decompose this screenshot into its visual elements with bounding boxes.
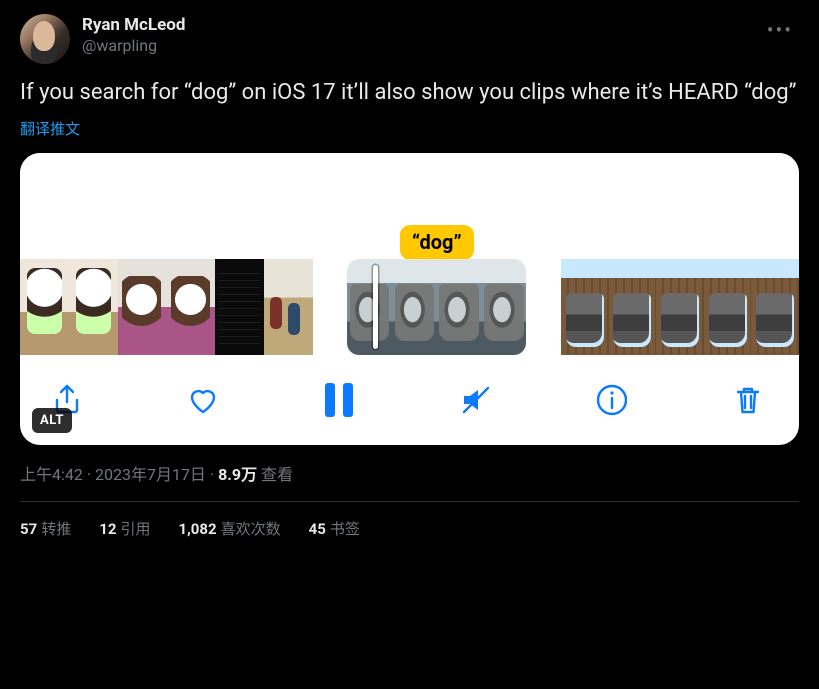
mute-icon[interactable]	[453, 377, 499, 423]
scrubber-handle[interactable]	[373, 265, 378, 349]
tweet-meta: 上午4:42 · 2023年7月17日 · 8.9万 查看	[20, 461, 799, 485]
handle: @warpling	[82, 36, 749, 57]
date[interactable]: 2023年7月17日	[95, 465, 206, 484]
tweet: Ryan McLeod @warpling ••• If you search …	[0, 0, 819, 539]
tweet-text: If you search for “dog” on iOS 17 it’ll …	[20, 78, 799, 108]
retweets-stat[interactable]: 57转推	[20, 518, 71, 539]
tweet-header: Ryan McLeod @warpling •••	[20, 14, 799, 64]
thumbnail	[561, 259, 609, 355]
pause-icon[interactable]	[316, 377, 362, 423]
heart-icon[interactable]	[180, 377, 226, 423]
thumbnail	[166, 259, 215, 355]
trash-icon[interactable]	[725, 377, 771, 423]
info-icon[interactable]	[589, 377, 635, 423]
thumbnail	[69, 259, 118, 355]
thumbnail	[437, 259, 482, 355]
views-count: 8.9万	[218, 465, 257, 484]
thumbnail	[347, 259, 392, 355]
time[interactable]: 上午4:42	[20, 465, 83, 484]
thumbnail	[118, 259, 167, 355]
clip-group-2[interactable]	[347, 259, 526, 355]
thumbnail	[656, 259, 704, 355]
quotes-stat[interactable]: 12引用	[99, 518, 150, 539]
thumbnail	[704, 259, 752, 355]
author-block[interactable]: Ryan McLeod @warpling	[82, 14, 749, 57]
thumbnail	[264, 259, 313, 355]
bookmarks-stat[interactable]: 45书签	[309, 518, 360, 539]
thumbnail	[751, 259, 799, 355]
likes-stat[interactable]: 1,082喜欢次数	[178, 518, 280, 539]
thumbnail	[609, 259, 657, 355]
timeline-strip[interactable]	[20, 259, 799, 355]
clip-group-1[interactable]	[20, 259, 313, 355]
media-attachment[interactable]: “dog”	[20, 153, 799, 445]
alt-badge[interactable]: ALT	[32, 408, 72, 433]
media-toolbar	[20, 355, 799, 445]
tweet-stats: 57转推 12引用 1,082喜欢次数 45书签	[20, 502, 799, 539]
caption-chip: “dog”	[400, 225, 474, 260]
display-name: Ryan McLeod	[82, 14, 749, 36]
media-whitespace: “dog”	[20, 153, 799, 259]
thumbnail	[20, 259, 69, 355]
thumbnail	[392, 259, 437, 355]
more-icon[interactable]: •••	[761, 14, 799, 46]
thumbnail	[215, 259, 264, 355]
views-label: 查看	[257, 465, 293, 484]
avatar[interactable]	[20, 14, 70, 64]
clip-group-3[interactable]	[561, 259, 799, 355]
translate-link[interactable]: 翻译推文	[20, 118, 80, 139]
thumbnail	[482, 259, 527, 355]
